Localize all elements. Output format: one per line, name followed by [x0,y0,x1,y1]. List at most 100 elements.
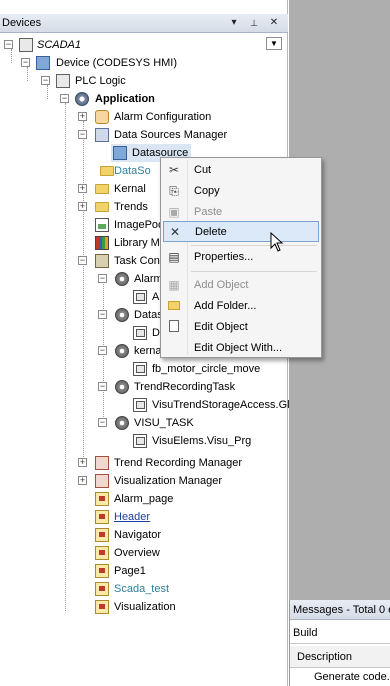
properties-icon: ▤ [168,250,180,264]
tree-label: A [152,291,160,303]
visualization-manager-icon [95,474,109,488]
task-configuration-icon [95,254,109,268]
tree-label: Data Sources Manager [114,129,228,141]
tree-row-scada-test[interactable]: Scada_test [0,580,288,598]
collapse-icon[interactable]: − [78,256,87,265]
expand-icon[interactable]: + [78,458,87,467]
tree-row-kernal-task[interactable]: − kerna [0,342,162,360]
expand-icon[interactable]: + [78,202,87,211]
menu-item-paste[interactable]: ▣ Paste [163,202,319,223]
tree-label-application: Application [95,93,155,105]
tree-row-overview[interactable]: Overview [0,544,288,562]
menu-separator [191,245,317,246]
tree-row-trend-recording-task[interactable]: − TrendRecordingTask [0,378,288,396]
tree-label: VisuElems.Visu_Prg [152,435,252,447]
visualization-icon [95,510,109,524]
tree-row-device[interactable]: − Device (CODESYS HMI) [0,54,260,72]
collapse-icon[interactable]: − [21,58,30,67]
expand-icon[interactable]: + [78,184,87,193]
tree-row-alarm-page[interactable]: Alarm_page [0,490,288,508]
tree-row-visualization[interactable]: Visualization [0,598,288,616]
tree-row-alarm-configuration[interactable]: + Alarm Configuration [0,108,260,126]
column-header-description[interactable]: Description [290,646,390,668]
tree-row-alarm-task[interactable]: − Alarm [0,270,163,288]
visualization-icon [95,546,109,560]
collapse-icon[interactable]: − [98,346,107,355]
messages-category-select[interactable]: Build [290,622,390,644]
messages-panel-title: Messages - Total 0 er [290,600,390,620]
copy-icon: ⎘ [169,184,179,198]
tree-row-datasource-task[interactable]: − Datas [0,306,163,324]
collapse-icon[interactable]: − [98,418,107,427]
plc-logic-icon [56,74,70,88]
tree-row-trends[interactable]: + Trends [0,198,160,216]
expand-icon[interactable]: + [78,112,87,121]
tree-label: Alarm [134,273,163,285]
tree-label-root: SCADA1 [37,39,82,51]
menu-item-edit-object[interactable]: Edit Object [163,317,319,338]
devices-panel-title: Devices [2,17,42,29]
tree-row-navigator[interactable]: Navigator [0,526,288,544]
tree-row-plc-logic[interactable]: − PLC Logic [0,72,260,90]
tree-row-imagepool[interactable]: ImagePoo [0,216,164,234]
tree-row-visu-trend-storage[interactable]: VisuTrendStorageAccess.Glo [0,396,296,414]
menu-item-label: Add Folder... [194,300,257,312]
delete-icon: ✕ [169,225,181,239]
panel-close-button[interactable]: ✕ [268,17,280,29]
tree-label: ImagePoo [114,219,165,231]
tree-row-data-sources-manager[interactable]: − Data Sources Manager [0,126,260,144]
menu-item-copy[interactable]: ⎘ Copy [163,181,319,202]
tree-label: VisuTrendStorageAccess.Glo [152,399,296,411]
menu-item-edit-object-with[interactable]: Edit Object With... [163,338,319,359]
program-call-icon [133,290,147,304]
collapse-icon[interactable]: − [98,382,107,391]
trend-recording-manager-icon [95,456,109,470]
task-icon [115,416,129,430]
menu-item-delete[interactable]: ✕ Delete [163,221,319,242]
tree-dropdown-button[interactable]: ▼ [266,37,282,50]
devices-panel-header: Devices ▾ ⊥ ✕ [0,14,288,33]
tree-row-trend-recording-manager[interactable]: + Trend Recording Manager [0,454,288,472]
tree-row-visu-task[interactable]: − VISU_TASK [0,414,288,432]
mouse-cursor-icon [270,232,284,252]
collapse-icon[interactable]: − [78,130,87,139]
menu-item-add-folder[interactable]: Add Folder... [163,296,319,317]
tree-label: kerna [134,345,162,357]
collapse-icon[interactable]: − [60,94,69,103]
tree-row-application[interactable]: − Application [0,90,260,108]
edit-object-icon [167,320,181,334]
panel-dropdown-button[interactable]: ▾ [228,17,240,29]
tree-row-root[interactable]: − SCADA1 [0,36,260,54]
menu-item-cut[interactable]: ✂ Cut [163,160,319,181]
collapse-icon[interactable]: − [98,274,107,283]
tree-row-task-configuration[interactable]: − Task Confi [0,252,165,270]
tree-row-library-manager[interactable]: Library Ma [0,234,166,252]
panel-pin-button[interactable]: ⊥ [248,17,260,29]
menu-item-add-object[interactable]: ▦ Add Object [163,275,319,296]
program-call-icon [133,326,147,340]
tree-row-fb-motor[interactable]: fb_motor_circle_move [0,360,288,378]
tree-row-visualization-manager[interactable]: + Visualization Manager [0,472,288,490]
message-row[interactable]: Generate code... [290,668,390,686]
tree-row-visu-elems[interactable]: VisuElems.Visu_Prg [0,432,288,450]
program-call-icon [133,362,147,376]
expand-icon[interactable]: + [78,476,87,485]
collapse-icon[interactable]: − [98,310,107,319]
tree-row-kernal[interactable]: + Kernal [0,180,160,198]
tree-row-page1[interactable]: Page1 [0,562,288,580]
tree-row-header[interactable]: Header [0,508,288,526]
tree-row-alarm-call[interactable]: A [0,288,160,306]
folder-icon [100,166,114,176]
tree-label: TrendRecordingTask [134,381,236,393]
collapse-icon[interactable]: − [41,76,50,85]
collapse-icon[interactable]: − [4,40,13,49]
visualization-icon [95,492,109,506]
menu-item-properties[interactable]: ▤ Properties... [163,247,319,268]
library-manager-icon [95,236,109,250]
tree-label: Task Confi [114,255,166,267]
datasource-icon [113,146,127,160]
tree-row-dataso[interactable]: DataSo [0,162,160,180]
menu-item-label: Edit Object With... [194,342,283,354]
image-pool-icon [95,218,109,232]
tree-row-datasource-call[interactable]: D [0,324,160,342]
